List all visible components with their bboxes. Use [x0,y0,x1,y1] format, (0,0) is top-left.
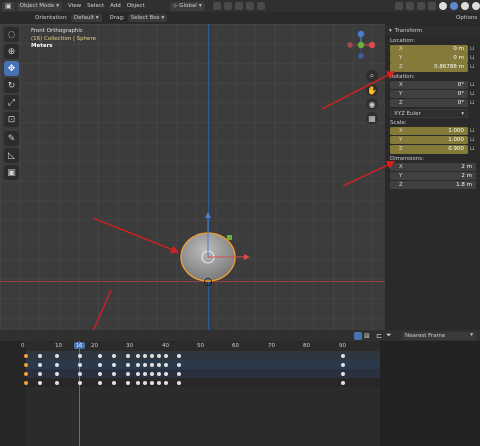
keyframe[interactable] [164,363,168,367]
keyframe[interactable] [38,354,42,358]
keyframe[interactable] [157,372,161,376]
keyframe[interactable] [177,354,181,358]
keyframe[interactable] [164,354,168,358]
keyframe[interactable] [143,381,147,385]
keyframe[interactable] [78,354,82,358]
keyframe[interactable] [164,372,168,376]
keyframe[interactable] [126,372,130,376]
keyframe[interactable] [112,372,116,376]
keyframe[interactable] [157,381,161,385]
keyframe[interactable] [341,381,345,385]
keyframe[interactable] [38,363,42,367]
keyframe[interactable] [24,381,28,385]
keyframe[interactable] [98,363,102,367]
keyframe[interactable] [78,363,82,367]
keyframe[interactable] [177,372,181,376]
keyframe[interactable] [341,372,345,376]
keyframe[interactable] [24,354,28,358]
keyframe[interactable] [98,372,102,376]
keyframe[interactable] [143,354,147,358]
keyframe[interactable] [98,381,102,385]
keyframes-layer [0,0,480,446]
keyframe[interactable] [126,363,130,367]
keyframe[interactable] [55,363,59,367]
keyframe[interactable] [150,363,154,367]
keyframe[interactable] [78,381,82,385]
keyframe[interactable] [341,354,345,358]
keyframe[interactable] [143,372,147,376]
keyframe[interactable] [136,381,140,385]
keyframe[interactable] [177,363,181,367]
keyframe[interactable] [126,354,130,358]
keyframe[interactable] [112,381,116,385]
keyframe[interactable] [157,363,161,367]
keyframe[interactable] [177,381,181,385]
keyframe[interactable] [136,363,140,367]
keyframe[interactable] [164,381,168,385]
keyframe[interactable] [78,372,82,376]
keyframe[interactable] [112,354,116,358]
keyframe[interactable] [341,363,345,367]
keyframe[interactable] [38,372,42,376]
keyframe[interactable] [157,354,161,358]
keyframe[interactable] [98,354,102,358]
keyframe[interactable] [112,363,116,367]
keyframe[interactable] [24,363,28,367]
keyframe[interactable] [143,363,147,367]
keyframe[interactable] [24,372,28,376]
keyframe[interactable] [55,354,59,358]
keyframe[interactable] [150,381,154,385]
keyframe[interactable] [150,372,154,376]
keyframe[interactable] [136,372,140,376]
keyframe[interactable] [126,381,130,385]
keyframe[interactable] [136,354,140,358]
keyframe[interactable] [55,372,59,376]
keyframe[interactable] [150,354,154,358]
keyframe[interactable] [55,381,59,385]
keyframe[interactable] [38,381,42,385]
